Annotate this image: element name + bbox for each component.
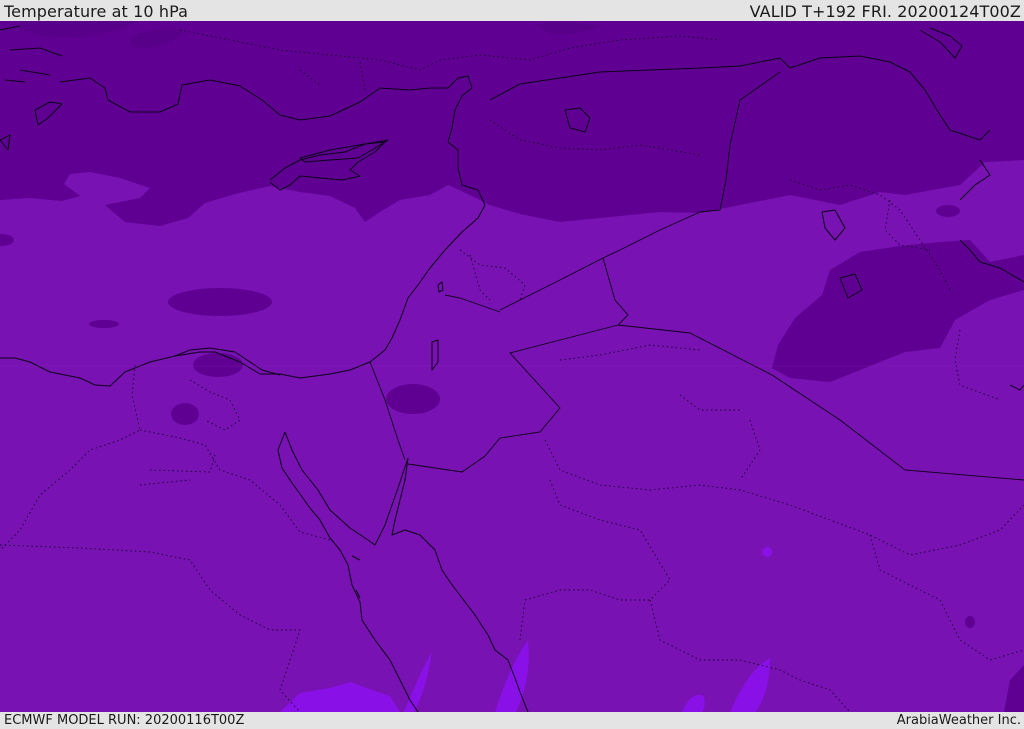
map-title: Temperature at 10 hPa [4, 2, 189, 21]
temperature-pocket-sinai [386, 384, 440, 414]
temperature-pocket-med [168, 288, 272, 316]
temperature-pocket-gulf [965, 616, 975, 628]
model-run-label: ECMWF MODEL RUN: 20200116T00Z [4, 713, 245, 728]
temperature-pocket-small [89, 320, 119, 328]
temperature-pocket-turkey-east [936, 205, 960, 217]
temperature-pocket-warm [762, 547, 772, 557]
temperature-pocket-delta [193, 353, 243, 377]
credit-label: ArabiaWeather Inc. [896, 713, 1021, 728]
header-bar: Temperature at 10 hPa VALID T+192 FRI. 2… [0, 0, 1024, 21]
valid-time-label: VALID T+192 FRI. 20200124T00Z [749, 2, 1021, 21]
footer-bar: ECMWF MODEL RUN: 20200116T00Z ArabiaWeat… [0, 712, 1024, 729]
weather-map[interactable] [0, 21, 1024, 712]
temperature-pocket-egypt [171, 403, 199, 425]
map-canvas [0, 21, 1024, 712]
